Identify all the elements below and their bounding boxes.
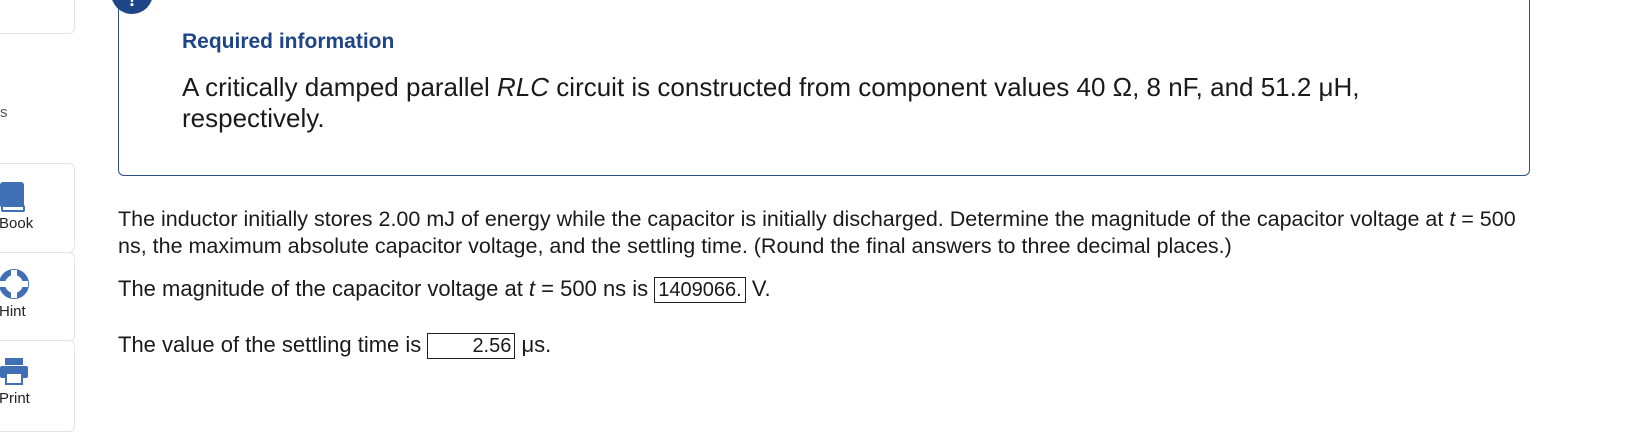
required-info-heading: Required information bbox=[182, 30, 395, 53]
print-label: Print bbox=[0, 390, 30, 407]
question-text: The inductor initially stores 2.00 mJ of… bbox=[118, 207, 1516, 258]
settling-time-field[interactable]: 2.56 bbox=[427, 333, 516, 360]
answer-capacitor-voltage: The magnitude of the capacitor voltage a… bbox=[118, 276, 771, 304]
rail-partial-label: s bbox=[0, 104, 8, 121]
ebook-button[interactable]: Book bbox=[0, 163, 75, 251]
printer-icon bbox=[0, 358, 28, 385]
rail-cell-top bbox=[0, 0, 75, 34]
answer-settling-time: The value of the settling time is 2.56 μ… bbox=[118, 332, 552, 360]
ebook-label: Book bbox=[0, 215, 34, 232]
book-icon bbox=[0, 182, 25, 212]
capacitor-voltage-field[interactable]: 1409066. bbox=[654, 277, 746, 304]
hint-button[interactable]: Hint bbox=[0, 252, 75, 340]
required-info-text: A critically damped parallel RLC circuit… bbox=[182, 72, 1360, 133]
hint-label: Hint bbox=[0, 303, 26, 320]
lifebuoy-icon bbox=[0, 269, 29, 299]
print-button[interactable]: Print bbox=[0, 340, 75, 420]
tool-rail: s Book Hint Print bbox=[0, 0, 75, 432]
